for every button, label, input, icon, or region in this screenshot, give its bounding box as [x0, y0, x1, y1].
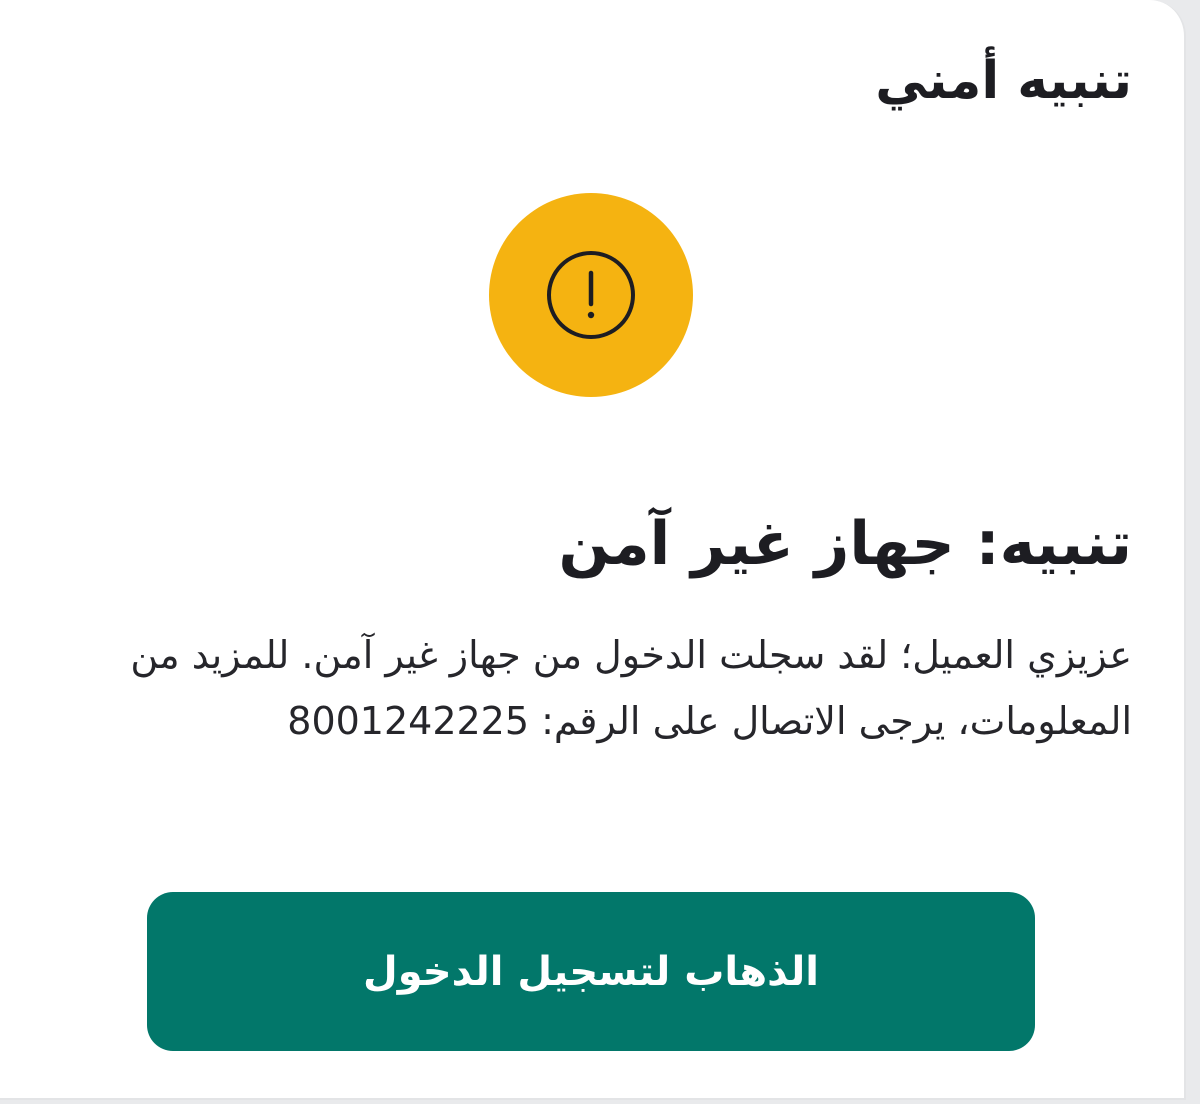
security-alert-sheet: تنبيه أمني تنبيه: جهاز غير آمن عزيزي الع… [0, 0, 1186, 1100]
alert-circle-icon [489, 193, 693, 397]
warning-heading: تنبيه: جهاز غير آمن [558, 509, 1133, 579]
go-to-login-button[interactable]: الذهاب لتسجيل الدخول [147, 892, 1035, 1051]
exclamation-icon [547, 251, 635, 339]
dialog-title: تنبيه أمني [875, 51, 1132, 111]
warning-message: عزيزي العميل؛ لقد سجلت الدخول من جهاز غي… [130, 633, 1132, 744]
